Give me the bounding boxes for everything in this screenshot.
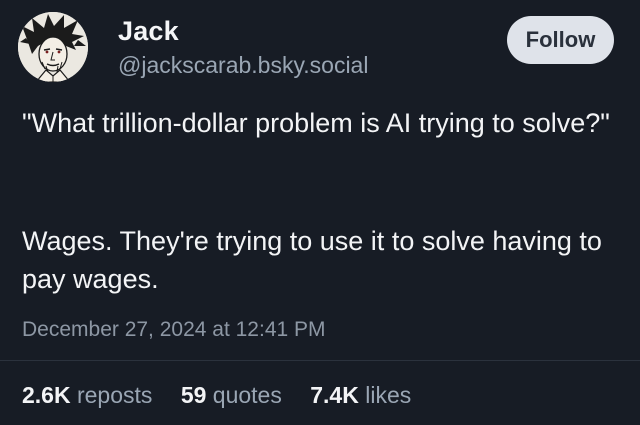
display-name[interactable]: Jack	[118, 15, 368, 47]
quotes-count: 59	[180, 382, 207, 408]
likes-stat[interactable]: 7.4K likes	[310, 380, 411, 410]
author-handle[interactable]: @jackscarab.bsky.social	[118, 50, 368, 80]
post-header: Jack @jackscarab.bsky.social Follow	[18, 12, 622, 82]
avatar-illustration	[18, 12, 88, 82]
reposts-count: 2.6K	[22, 382, 71, 408]
author-info: Jack @jackscarab.bsky.social	[118, 15, 368, 80]
likes-count: 7.4K	[310, 382, 359, 408]
post-card: Jack @jackscarab.bsky.social Follow "Wha…	[0, 0, 640, 425]
engagement-stats: 2.6K reposts 59 quotes 7.4K likes	[22, 380, 433, 410]
follow-button[interactable]: Follow	[507, 16, 614, 64]
post-text-paragraph: Wages. They're trying to use it to solve…	[22, 226, 602, 294]
avatar[interactable]	[18, 12, 88, 82]
post-timestamp: December 27, 2024 at 12:41 PM	[22, 318, 326, 341]
likes-label: likes	[365, 382, 412, 408]
post-text-paragraph: "What trillion-dollar problem is AI tryi…	[22, 108, 610, 138]
reposts-stat[interactable]: 2.6K reposts	[22, 380, 152, 410]
reposts-label: reposts	[76, 382, 153, 408]
quotes-label: quotes	[212, 382, 282, 408]
quotes-stat[interactable]: 59 quotes	[181, 380, 282, 410]
divider	[0, 360, 640, 361]
